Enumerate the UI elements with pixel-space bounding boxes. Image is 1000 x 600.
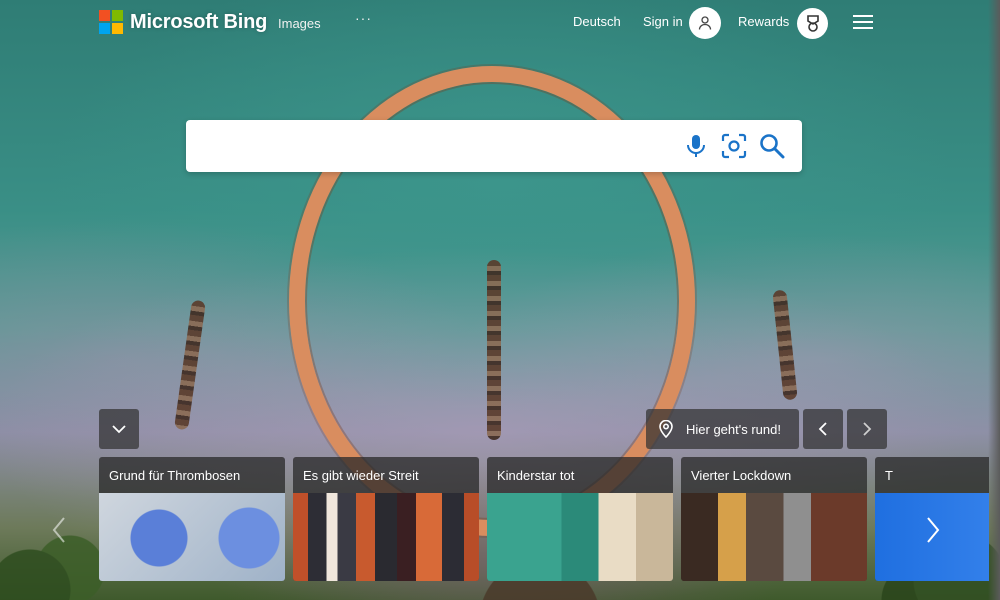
chevron-right-icon <box>863 422 872 436</box>
news-card[interactable]: Kinderstar tot <box>487 457 673 581</box>
search-icon[interactable] <box>759 133 785 159</box>
news-card-title: Grund für Thrombosen <box>109 468 241 483</box>
chevron-left-icon <box>52 517 65 543</box>
news-card-image <box>681 493 867 581</box>
logo-text: Microsoft Bing <box>130 10 268 33</box>
image-info-label: Hier geht's rund! <box>686 421 781 437</box>
news-card[interactable]: Grund für Thrombosen <box>99 457 285 581</box>
news-card-image <box>487 493 673 581</box>
collapse-feed-button[interactable] <box>99 409 139 449</box>
chevron-right-icon <box>927 517 940 543</box>
carousel-prev-button[interactable] <box>44 508 74 552</box>
rewards-medal-icon[interactable] <box>797 8 828 39</box>
previous-image-button[interactable] <box>803 409 843 449</box>
microsoft-logo-icon <box>99 10 123 34</box>
top-header: Microsoft Bing Images ··· Deutsch Sign i… <box>0 0 1000 46</box>
chevron-down-icon <box>112 425 126 434</box>
page-edge-shadow <box>988 0 1000 600</box>
search-box <box>186 120 802 172</box>
news-card-title: Es gibt wieder Streit <box>303 468 419 483</box>
background-jetty-center <box>487 260 501 440</box>
news-card-title: T <box>885 468 893 483</box>
language-link[interactable]: Deutsch <box>573 14 621 29</box>
bing-logo[interactable]: Microsoft Bing <box>99 10 267 34</box>
visual-search-icon[interactable] <box>721 133 747 159</box>
news-carousel: Grund für Thrombosen Es gibt wieder Stre… <box>99 457 989 581</box>
microphone-icon[interactable] <box>683 133 709 159</box>
nav-images-link[interactable]: Images <box>278 16 321 31</box>
location-pin-icon <box>659 420 673 438</box>
sign-in-link[interactable]: Sign in <box>643 14 683 29</box>
news-card[interactable]: Es gibt wieder Streit <box>293 457 479 581</box>
image-info-button[interactable]: Hier geht's rund! <box>646 409 799 449</box>
nav-more-button[interactable]: ··· <box>355 10 372 26</box>
news-card[interactable]: Vierter Lockdown <box>681 457 867 581</box>
user-avatar-icon[interactable] <box>689 7 721 39</box>
next-image-button[interactable] <box>847 409 887 449</box>
carousel-next-button[interactable] <box>918 508 948 552</box>
search-input[interactable] <box>200 130 680 162</box>
news-card-title: Vierter Lockdown <box>691 468 792 483</box>
news-card-image <box>293 493 479 581</box>
news-card-title: Kinderstar tot <box>497 468 575 483</box>
chevron-left-icon <box>818 422 827 436</box>
hamburger-menu-icon[interactable] <box>853 15 873 29</box>
news-card-image <box>99 493 285 581</box>
rewards-link[interactable]: Rewards <box>738 14 789 29</box>
